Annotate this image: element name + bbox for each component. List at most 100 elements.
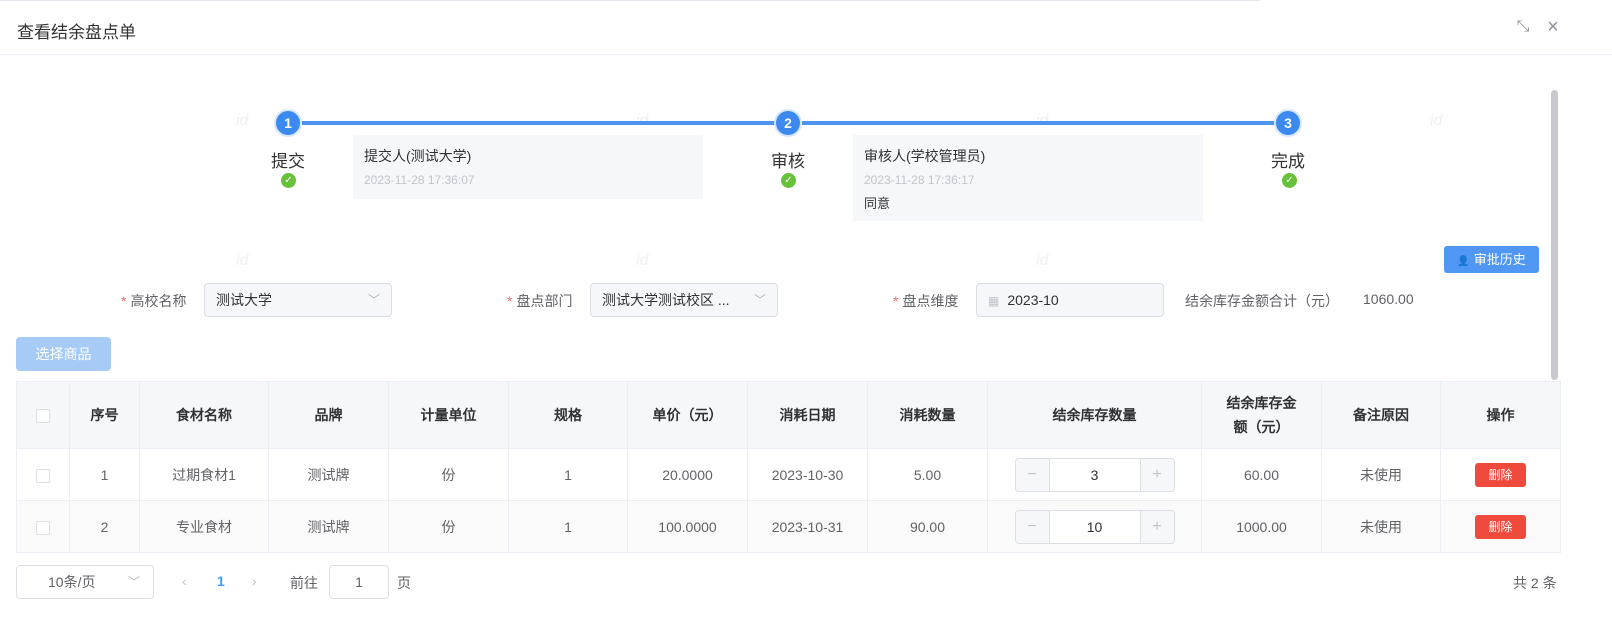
prev-page-icon[interactable]: ‹ [182,573,187,589]
period-value: 2023-10 [1007,292,1059,308]
row-checkbox[interactable] [36,520,50,535]
cell-unit: 份 [388,500,509,553]
cell-name: 专业食材 [139,500,269,553]
dept-label: * 盘点部门 [507,293,573,309]
delete-button[interactable]: 删除 [1475,462,1526,487]
cell-index: 2 [69,500,140,553]
cell-consumed: 90.00 [867,500,988,553]
stock-quantity-stepper[interactable]: − 3 + [1014,457,1175,492]
select-all-cell[interactable] [16,381,70,449]
check-icon: ✓ [281,173,296,188]
approval-history-button[interactable]: 👤 审批历史 [1444,246,1539,273]
column-header: 规格 [508,381,628,449]
goto-page-input[interactable] [329,565,389,599]
column-header: 备注原因 [1321,381,1441,449]
column-header: 序号 [69,381,140,449]
select-goods-button[interactable]: 选择商品 [16,337,111,371]
select-all-checkbox[interactable] [36,409,50,424]
cell-action: 删除 [1440,500,1561,553]
row-checkbox[interactable] [36,468,50,483]
cell-remark: 未使用 [1321,448,1441,501]
school-label: * 高校名称 [121,293,187,309]
record-note: 同意 [864,196,891,211]
required-mark: * [121,293,127,309]
record-person: 提交人(测试大学) [364,148,472,164]
stock-quantity-stepper[interactable]: − 10 + [1014,509,1175,544]
cell-spec: 1 [508,500,628,553]
cell-brand: 测试牌 [268,448,389,501]
school-select[interactable]: 测试大学 ﹀ [204,283,392,317]
cell-price: 20.0000 [627,448,748,501]
required-mark: * [507,293,513,309]
step-1-circle: 1 [274,109,302,137]
dept-value: 测试大学测试校区 ... [602,292,730,308]
cell-spec: 1 [508,448,628,501]
column-header: 结余库存金额（元） [1201,381,1322,449]
column-header: 食材名称 [139,381,269,449]
cell-action: 删除 [1440,448,1561,501]
record-time: 2023-11-28 17:36:17 [864,173,975,187]
dept-select[interactable]: 测试大学测试校区 ... ﹀ [590,283,778,317]
decrement-button[interactable]: − [1015,458,1050,491]
school-value: 测试大学 [216,292,272,308]
period-date-picker[interactable]: ▦ 2023-10 [976,283,1164,317]
period-label: * 盘点维度 [893,293,959,309]
current-page-number[interactable]: 1 [217,573,225,589]
row-select-cell[interactable] [16,500,70,553]
close-icon[interactable]: × [1542,16,1564,38]
cell-name: 过期食材1 [139,448,269,501]
column-header: 结余库存数量 [987,381,1202,449]
cell-amount: 1000.00 [1201,500,1322,553]
table-row: 1 过期食材1 测试牌 份 1 20.0000 2023-10-30 5.00 … [16,448,1561,501]
step-3-label: 完成 [1271,152,1305,171]
table-header-row: 序号 食材名称 品牌 计量单位 规格 单价（元） 消耗日期 消耗数量 结余库存数… [16,381,1561,449]
stock-quantity-input[interactable]: 3 [1050,459,1140,491]
increment-button[interactable]: + [1139,458,1174,491]
goods-table: 序号 食材名称 品牌 计量单位 规格 单价（元） 消耗日期 消耗数量 结余库存数… [16,381,1561,553]
cell-unit: 份 [388,448,509,501]
decrement-button[interactable]: − [1015,510,1050,543]
column-header: 消耗数量 [867,381,988,449]
record-person: 审核人(学校管理员) [864,148,986,164]
approval-history-label: 审批历史 [1473,252,1526,267]
cell-consumed: 5.00 [867,448,988,501]
cell-price: 100.0000 [627,500,748,553]
shrink-icon[interactable]: ⤡ [1512,16,1534,38]
step-1-label: 提交 [271,152,305,171]
chevron-down-icon: ﹀ [127,575,140,589]
stock-amount-total-label: 结余库存金额合计（元） [1185,293,1339,309]
column-header: 品牌 [268,381,389,449]
chevron-down-icon: ﹀ [367,293,380,307]
step-3-circle: 3 [1274,109,1302,137]
page-size-value: 10条/页 [48,574,96,590]
required-mark: * [893,293,899,309]
page-suffix-label: 页 [397,575,411,591]
check-icon: ✓ [1282,173,1297,188]
scrollbar-thumb[interactable] [1551,90,1558,380]
cell-index: 1 [69,448,140,501]
cell-date: 2023-10-30 [747,448,868,501]
stock-amount-total-value: 1060.00 [1363,291,1414,307]
table-row: 2 专业食材 测试牌 份 1 100.0000 2023-10-31 90.00… [16,500,1561,553]
submit-record-card: 提交人(测试大学) 2023-11-28 17:36:07 [353,135,703,199]
step-connector [802,121,1276,125]
cell-stock: − 10 + [987,500,1202,553]
row-select-cell[interactable] [16,448,70,501]
delete-button[interactable]: 删除 [1475,514,1526,539]
next-page-icon[interactable]: › [252,573,257,589]
watermark: id [236,252,249,269]
watermark: id [236,112,249,129]
cell-stock: − 3 + [987,448,1202,501]
review-record-card: 审核人(学校管理员) 2023-11-28 17:36:17 同意 [853,135,1203,221]
page-size-select[interactable]: 10条/页 ﹀ [16,565,154,599]
increment-button[interactable]: + [1139,510,1174,543]
cell-brand: 测试牌 [268,500,389,553]
step-2-circle: 2 [774,109,802,137]
dialog-header: 查看结余盘点单 ⤡ × [0,0,1612,55]
stock-quantity-input[interactable]: 10 [1050,511,1140,543]
column-header: 单价（元） [627,381,748,449]
step-2-label: 审核 [771,152,805,171]
cell-date: 2023-10-31 [747,500,868,553]
chevron-down-icon: ﹀ [753,293,766,307]
column-header: 消耗日期 [747,381,868,449]
